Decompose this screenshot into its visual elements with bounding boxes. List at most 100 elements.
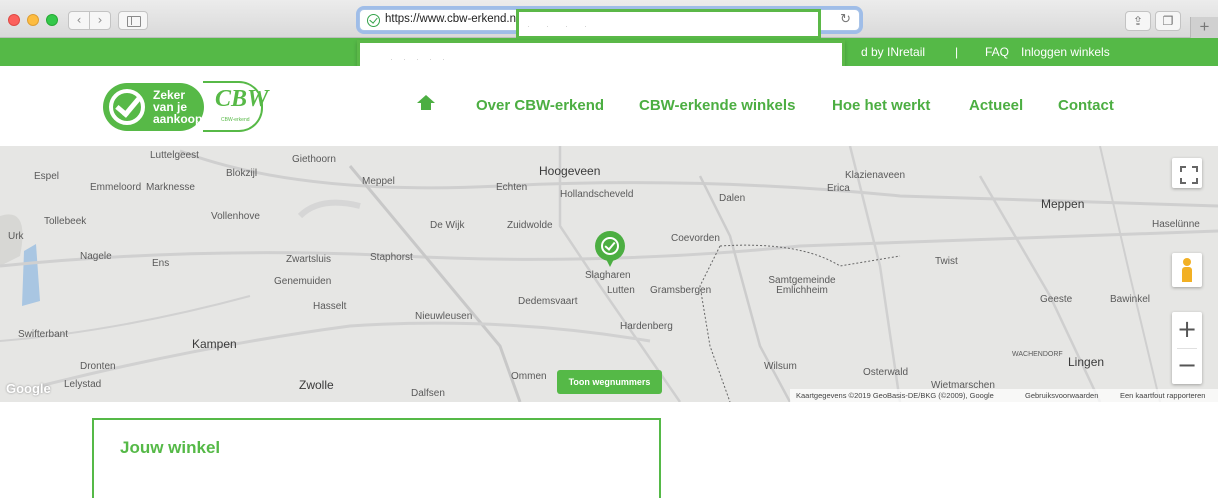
- nav-over-cbw[interactable]: Over CBW-erkend: [476, 97, 604, 114]
- plus-icon: +: [1199, 17, 1210, 36]
- map-label: Hoogeveen: [539, 164, 601, 178]
- map-label: Urk: [8, 231, 24, 242]
- zoom-control: + −: [1172, 312, 1202, 384]
- zoom-in-button[interactable]: +: [1172, 312, 1202, 348]
- cbw-monogram: CBW: [215, 86, 269, 112]
- map-label: Giethoorn: [292, 154, 336, 165]
- new-tab-button[interactable]: +: [1190, 17, 1218, 38]
- map-pin-icon[interactable]: [595, 231, 625, 269]
- minimize-window-button[interactable]: [27, 14, 39, 26]
- map-label: Geeste: [1040, 294, 1073, 305]
- map-label: Lingen: [1068, 355, 1105, 369]
- map-label: Bawinkel: [1110, 294, 1151, 305]
- sidebar-toggle-button[interactable]: [118, 11, 148, 30]
- map-label: Meppel: [362, 176, 395, 187]
- map-label: Hasselt: [313, 301, 347, 312]
- map-label: Wilsum: [764, 361, 797, 372]
- map[interactable]: Luttelgeest Giethoorn Espel Blokzijl Emm…: [0, 146, 1218, 402]
- map-label: Luttelgeest: [150, 150, 199, 161]
- jouw-winkel-title: Jouw winkel: [120, 438, 221, 457]
- map-label: Hollandscheveld: [560, 189, 634, 200]
- map-label: Ommen: [511, 371, 547, 382]
- chevron-right-icon: ›: [97, 13, 103, 27]
- map-data-credit: Kaartgegevens ©2019 GeoBasis-DE/BKG (©20…: [796, 391, 994, 400]
- jouw-winkel-panel: Jouw winkel: [92, 418, 661, 498]
- report-map-error-link[interactable]: Een kaartfout rapporteren: [1120, 389, 1205, 402]
- browser-toolbar: ‹ › https://www.cbw-erkend.nl/ ↻ ···· ⇪ …: [0, 0, 1218, 39]
- map-label: Ens: [152, 258, 170, 269]
- home-icon[interactable]: [417, 95, 435, 112]
- check-circle-icon: [109, 89, 145, 125]
- map-label: Lelystad: [64, 379, 102, 390]
- pegman-icon[interactable]: [1172, 253, 1202, 287]
- login-shops-link[interactable]: Inloggen winkels: [1021, 45, 1110, 59]
- chevron-left-icon: ‹: [76, 13, 82, 27]
- back-button[interactable]: ‹: [68, 11, 90, 30]
- redaction-box-url: ····: [516, 9, 821, 39]
- inretail-link[interactable]: d by INretail: [861, 45, 925, 59]
- topbar-separator: |: [955, 45, 959, 59]
- google-logo[interactable]: Google: [6, 381, 51, 396]
- cbw-erkend-small: CBW-erkend: [221, 117, 250, 123]
- reload-icon[interactable]: ↻: [840, 12, 851, 27]
- map-label: Meppen: [1041, 197, 1085, 211]
- logo-text-line3: aankoop: [153, 112, 203, 126]
- share-button[interactable]: ⇪: [1125, 11, 1151, 31]
- map-label: Zwolle: [299, 378, 334, 392]
- map-label: Gramsbergen: [650, 285, 712, 296]
- map-label: Osterwald: [863, 367, 909, 378]
- map-label: De Wijk: [430, 220, 465, 231]
- map-label: Blokzijl: [226, 168, 258, 179]
- map-label: Genemuiden: [274, 276, 332, 287]
- logo-pill: Zeker van je aankoop: [103, 83, 204, 131]
- url-text: https://www.cbw-erkend.nl/: [385, 13, 522, 25]
- tab-overview-button[interactable]: ❐: [1155, 11, 1181, 31]
- map-label: WACHENDORF: [1012, 351, 1063, 358]
- map-label: Zuidwolde: [507, 220, 553, 231]
- map-label: Hardenberg: [620, 321, 673, 332]
- map-label: Slagharen: [585, 270, 631, 281]
- map-label: Zwartsluis: [286, 254, 332, 265]
- nav-cbw-winkels[interactable]: CBW-erkende winkels: [639, 97, 795, 114]
- map-label: Echten: [496, 182, 528, 193]
- maximize-window-button[interactable]: [46, 14, 58, 26]
- map-label: Nieuwleusen: [415, 311, 473, 322]
- site-header: Zeker van je aankoop CBW CBW-erkend Over…: [0, 66, 1218, 146]
- zoom-out-button[interactable]: −: [1172, 348, 1202, 384]
- map-label: Espel: [34, 171, 60, 182]
- map-label: Samtgemeinde Emlichheim: [768, 275, 836, 296]
- nav-contact[interactable]: Contact: [1058, 97, 1114, 114]
- map-label: Dedemsvaart: [518, 296, 578, 307]
- share-icon: ⇪: [1132, 14, 1144, 28]
- map-label: Dronten: [80, 361, 116, 372]
- nav-hoe-het-werkt[interactable]: Hoe het werkt: [832, 97, 930, 114]
- forward-button[interactable]: ›: [89, 11, 111, 30]
- map-label: Twist: [935, 256, 958, 267]
- tab-overview-icon: ❐: [1162, 14, 1174, 28]
- map-label: Marknesse: [146, 182, 195, 193]
- map-label: Staphorst: [370, 252, 413, 263]
- map-label: Vollenhove: [211, 211, 260, 222]
- map-label: Nagele: [80, 251, 112, 262]
- nav-actueel[interactable]: Actueel: [969, 97, 1023, 114]
- map-label: Dalfsen: [411, 388, 445, 399]
- map-label: Kampen: [192, 337, 237, 351]
- close-window-button[interactable]: [8, 14, 20, 26]
- map-attribution: Kaartgegevens ©2019 GeoBasis-DE/BKG (©20…: [790, 389, 1218, 402]
- site-logo[interactable]: Zeker van je aankoop CBW CBW-erkend: [103, 81, 268, 132]
- map-label: Swifterbant: [18, 329, 69, 340]
- toon-wegnummers-button[interactable]: Toon wegnummers: [557, 370, 662, 394]
- map-label: Emmeloord: [90, 182, 142, 193]
- map-label: Haselünne: [1152, 219, 1200, 230]
- faq-link[interactable]: FAQ: [985, 45, 1009, 59]
- cbw-mark: CBW CBW-erkend: [203, 81, 268, 132]
- map-label: Coevorden: [671, 233, 720, 244]
- fullscreen-icon[interactable]: [1172, 158, 1202, 188]
- terms-link[interactable]: Gebruiksvoorwaarden: [1025, 389, 1098, 402]
- map-label: Tollebeek: [44, 216, 87, 227]
- map-label: Dalen: [719, 193, 746, 204]
- map-label: Erica: [827, 183, 850, 194]
- shield-check-icon: [367, 14, 380, 27]
- map-label: Lutten: [607, 285, 635, 296]
- map-label: Klazienaveen: [845, 170, 906, 181]
